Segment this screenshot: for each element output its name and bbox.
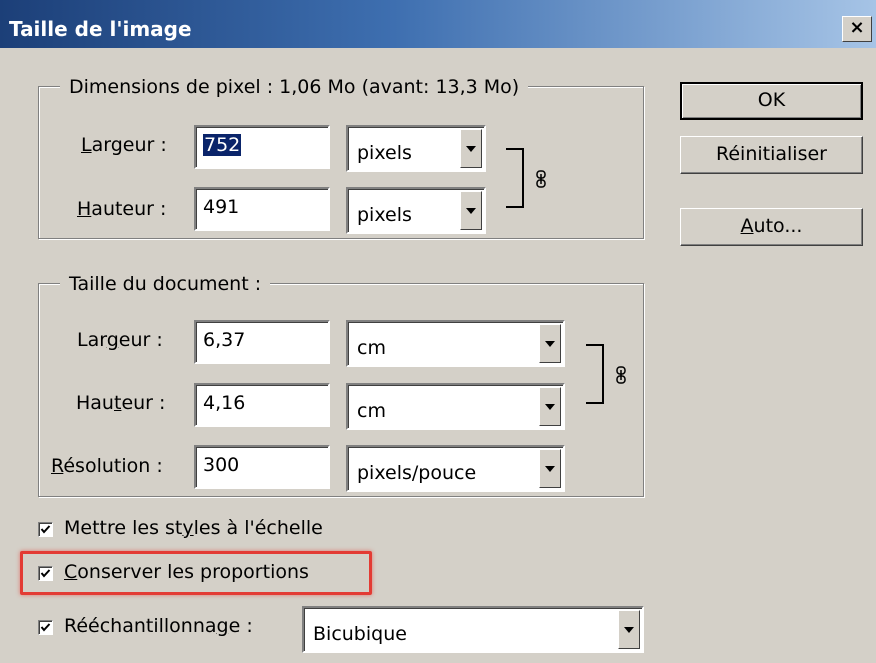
document-height-value: 4,16 [203,392,246,414]
resample-method-select[interactable]: Bicubique [302,606,644,653]
resolution-unit-value: pixels/pouce [357,462,477,484]
document-width-label: Largeur : [77,329,163,351]
chain-link-icon [536,170,546,188]
auto-button[interactable]: Auto... [680,208,863,246]
checkmark-icon [40,623,51,632]
checkmark-icon [40,569,51,578]
pixel-width-input[interactable]: 752 [194,125,330,169]
resolution-label: Résolution : [51,455,163,477]
document-width-unit-select[interactable]: cm [346,320,565,367]
document-height-unit-value: cm [357,400,386,422]
title-bar: Taille de l'image × [0,0,876,48]
chevron-down-icon[interactable] [460,129,482,168]
ok-button[interactable]: OK [680,82,863,120]
chain-link-icon [616,366,626,384]
pixel-height-unit-select[interactable]: pixels [346,187,486,234]
chevron-down-icon[interactable] [539,324,561,363]
checkmark-icon [40,525,51,534]
pixel-height-label: Hauteur : [77,198,167,220]
chevron-down-icon[interactable] [539,387,561,426]
document-height-label: Hauteur : [76,392,166,414]
resample-method-value: Bicubique [313,623,407,645]
document-width-unit-value: cm [357,337,386,359]
chevron-down-icon[interactable] [539,449,561,488]
pixel-link-bracket [506,148,524,208]
pixel-width-unit-value: pixels [357,142,412,164]
constrain-proportions-checkbox[interactable] [38,566,53,581]
scale-styles-checkbox[interactable] [38,522,53,537]
document-width-value: 6,37 [203,329,246,351]
close-button[interactable]: × [842,16,872,42]
resample-label[interactable]: Rééchantillonnage : [64,614,253,638]
chevron-down-icon[interactable] [460,191,482,230]
pixel-dimensions-legend: Dimensions de pixel : 1,06 Mo (avant: 13… [60,75,529,99]
document-height-input[interactable]: 4,16 [194,383,330,427]
image-size-dialog: Taille de l'image × Dimensions de pixel … [0,0,876,663]
pixel-height-value: 491 [203,196,240,218]
pixel-height-unit-value: pixels [357,204,412,226]
pixel-width-value: 752 [203,134,242,156]
resolution-unit-select[interactable]: pixels/pouce [346,445,565,492]
resample-checkbox[interactable] [38,620,53,635]
scale-styles-label[interactable]: Mettre les styles à l'échelle [64,516,323,540]
chevron-down-icon[interactable] [618,610,640,649]
pixel-height-input[interactable]: 491 [194,187,330,231]
pixel-width-label: Largeur : [81,134,167,156]
constrain-proportions-label[interactable]: Conserver les proportions [64,560,309,584]
document-width-input[interactable]: 6,37 [194,320,330,364]
resolution-input[interactable]: 300 [194,445,330,489]
document-link-bracket [586,344,604,404]
document-size-legend: Taille du document : [60,272,271,296]
pixel-width-unit-select[interactable]: pixels [346,125,486,172]
document-height-unit-select[interactable]: cm [346,383,565,430]
window-title: Taille de l'image [9,17,192,41]
reset-button[interactable]: Réinitialiser [680,136,863,174]
resolution-value: 300 [203,454,240,476]
